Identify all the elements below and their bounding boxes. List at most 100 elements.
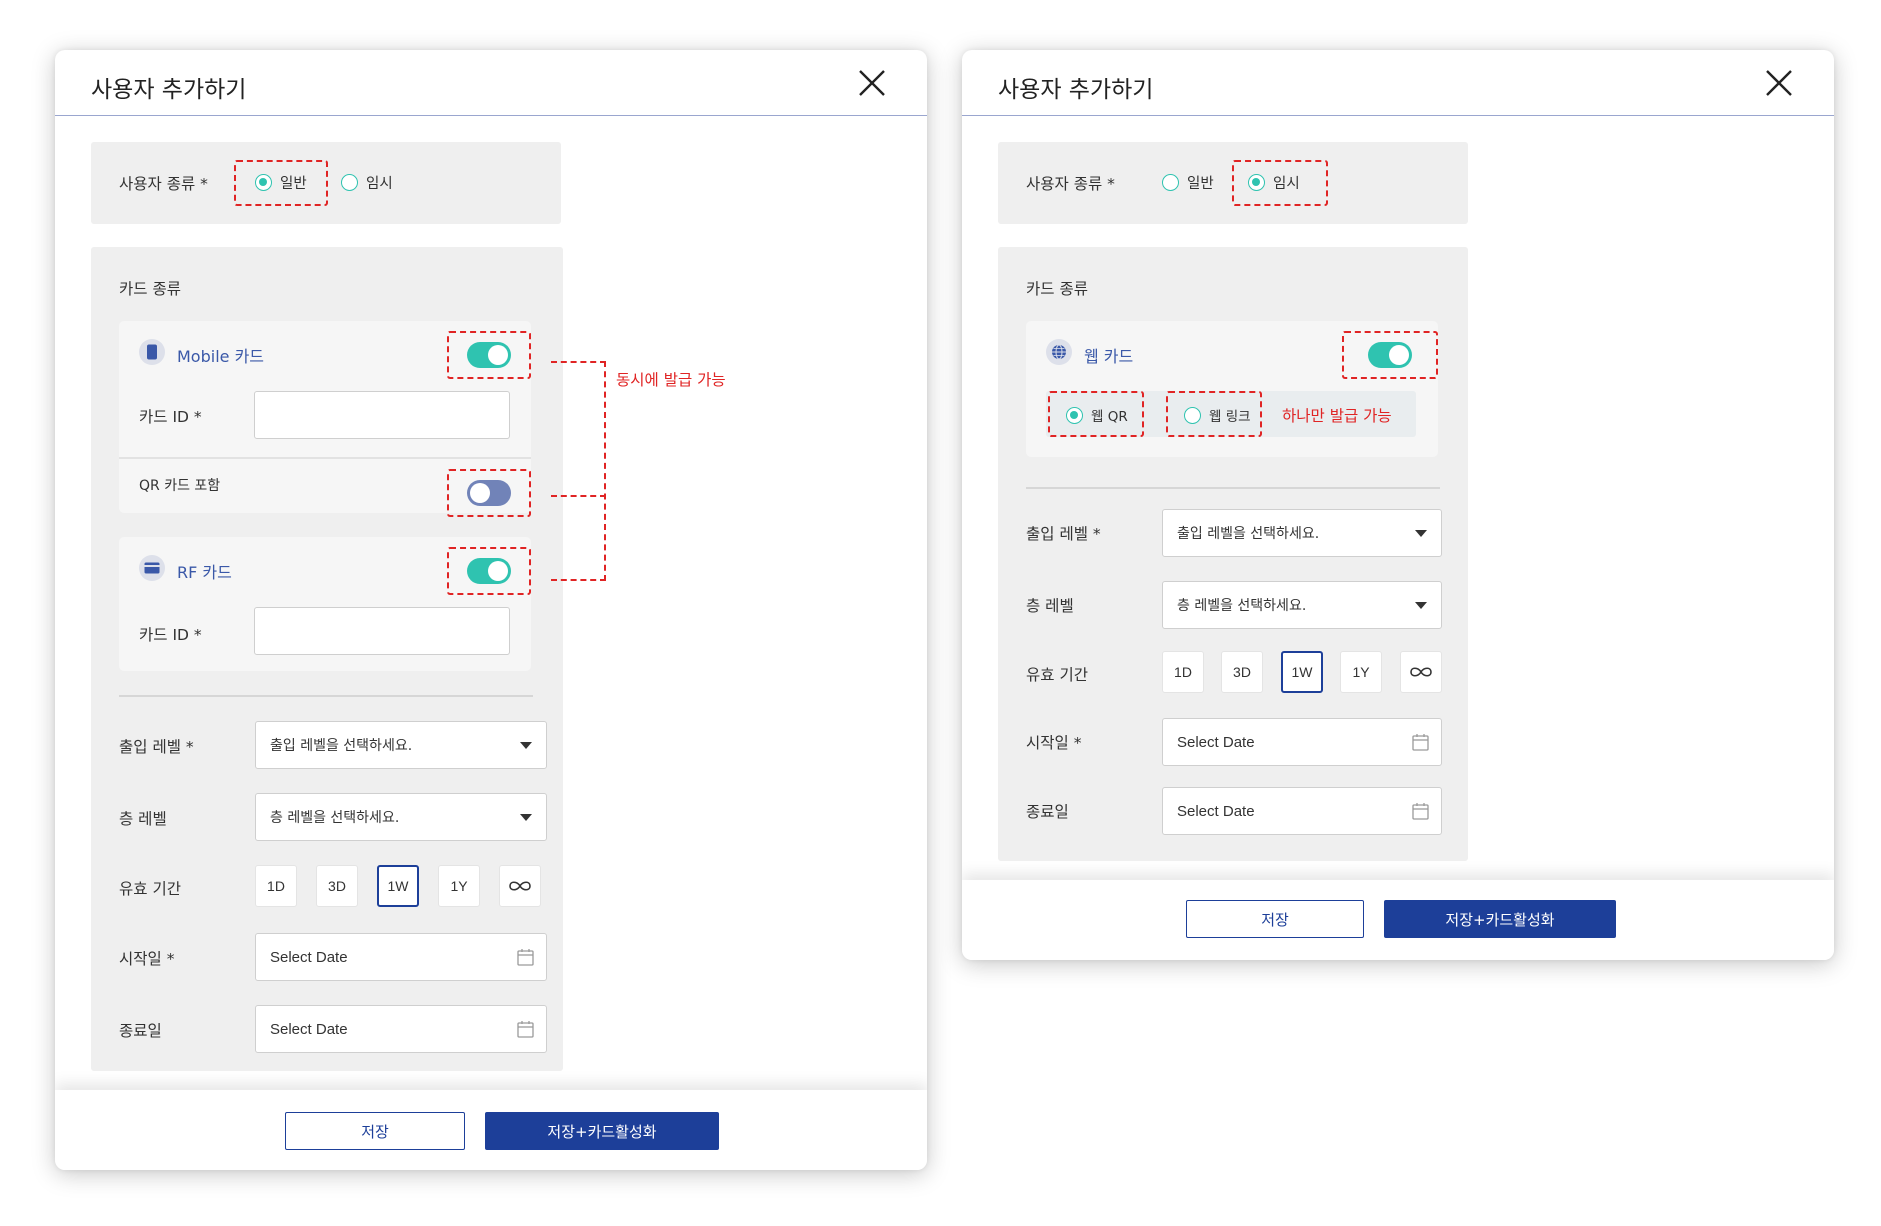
mobile-card-toggle[interactable] [467, 342, 511, 368]
mobile-card-name: Mobile 카드 [177, 347, 265, 366]
qr-include-toggle[interactable] [467, 480, 511, 506]
user-type-label: 사용자 종류 * [119, 175, 208, 193]
radio-web-qr[interactable]: 웹 QR [1066, 405, 1128, 425]
validity-1y-button[interactable]: 1Y [1340, 651, 1382, 693]
save-activate-button[interactable]: 저장+카드활성화 [1384, 900, 1616, 938]
caret-down-icon [520, 814, 532, 821]
radio-dot [1066, 406, 1083, 424]
radio-dot [1184, 406, 1201, 424]
validity-unlimited-button[interactable] [1400, 651, 1442, 693]
validity-label: 유효 기간 [119, 880, 181, 898]
web-card-box: 웹 카드 웹 QR 웹 링크 하나만 발급 가능 [1026, 321, 1438, 457]
annotation-single-only: 하나만 발급 가능 [1282, 407, 1392, 425]
close-icon[interactable] [1764, 68, 1794, 98]
rf-card-name: RF 카드 [177, 563, 232, 582]
qr-include-label: QR 카드 포함 [139, 478, 221, 494]
close-icon[interactable] [857, 68, 887, 98]
add-user-dialog-right: 사용자 추가하기 사용자 종류 * 일반 임시 카드 종류 웹 카드 웹 QR … [962, 50, 1834, 960]
floor-level-select[interactable]: 층 레벨을 선택하세요. [1162, 581, 1442, 629]
select-placeholder: 출입 레벨을 선택하세요. [1177, 526, 1320, 542]
access-level-label: 출입 레벨 * [119, 738, 194, 756]
date-placeholder: Select Date [1177, 802, 1255, 820]
dialog-footer: 저장 저장+카드활성화 [962, 880, 1834, 960]
radio-general[interactable]: 일반 [1162, 172, 1214, 193]
web-card-toggle[interactable] [1368, 342, 1412, 368]
start-date-label: 시작일 * [1026, 734, 1082, 752]
access-level-select[interactable]: 출입 레벨을 선택하세요. [255, 721, 547, 769]
infinity-icon [509, 881, 531, 891]
mobile-card-id-label: 카드 ID * [139, 408, 202, 426]
rf-card-toggle[interactable] [467, 558, 511, 584]
select-placeholder: 출입 레벨을 선택하세요. [270, 738, 413, 754]
validity-3d-button[interactable]: 3D [316, 865, 358, 907]
calendar-icon [517, 949, 534, 966]
access-level-select[interactable]: 출입 레벨을 선택하세요. [1162, 509, 1442, 557]
radio-dot [255, 174, 272, 191]
web-card-name: 웹 카드 [1084, 347, 1134, 366]
radio-temporary[interactable]: 임시 [1248, 172, 1300, 193]
toggle-knob [1389, 345, 1409, 365]
annotation-connector [551, 361, 606, 363]
save-button[interactable]: 저장 [285, 1112, 465, 1150]
globe-icon [1046, 339, 1072, 365]
dialog-header: 사용자 추가하기 [55, 50, 927, 116]
radio-temporary[interactable]: 임시 [341, 172, 393, 193]
card-type-label: 카드 종류 [119, 280, 181, 298]
end-date-picker[interactable]: Select Date [255, 1005, 547, 1053]
radio-label: 일반 [280, 176, 307, 192]
dialog-header: 사용자 추가하기 [962, 50, 1834, 116]
annotation-connector [551, 579, 606, 581]
card-type-label: 카드 종류 [1026, 280, 1088, 298]
access-level-label: 출입 레벨 * [1026, 525, 1101, 543]
annotation-simultaneous: 동시에 발급 가능 [616, 371, 726, 389]
annotation-connector [604, 361, 606, 581]
radio-general[interactable]: 일반 [255, 172, 307, 193]
select-placeholder: 층 레벨을 선택하세요. [270, 810, 400, 826]
radio-label: 일반 [1187, 176, 1214, 192]
date-placeholder: Select Date [270, 1020, 348, 1038]
end-date-picker[interactable]: Select Date [1162, 787, 1442, 835]
start-date-picker[interactable]: Select Date [255, 933, 547, 981]
caret-down-icon [1415, 602, 1427, 609]
validity-1d-button[interactable]: 1D [1162, 651, 1204, 693]
end-date-label: 종료일 [119, 1022, 162, 1040]
save-activate-button[interactable]: 저장+카드활성화 [485, 1112, 719, 1150]
radio-dot [1162, 174, 1179, 191]
rf-card-box: RF 카드 카드 ID * [119, 537, 531, 671]
validity-label: 유효 기간 [1026, 666, 1088, 684]
caret-down-icon [1415, 530, 1427, 537]
credit-card-icon [139, 555, 165, 581]
date-placeholder: Select Date [1177, 733, 1255, 751]
radio-dot [341, 174, 358, 191]
floor-level-select[interactable]: 층 레벨을 선택하세요. [255, 793, 547, 841]
radio-web-link[interactable]: 웹 링크 [1184, 405, 1251, 425]
validity-1d-button[interactable]: 1D [255, 865, 297, 907]
validity-1w-button[interactable]: 1W [1281, 651, 1323, 693]
validity-1y-button[interactable]: 1Y [438, 865, 480, 907]
dialog-title: 사용자 추가하기 [91, 77, 247, 103]
validity-3d-button[interactable]: 3D [1221, 651, 1263, 693]
start-date-picker[interactable]: Select Date [1162, 718, 1442, 766]
rf-card-id-input[interactable] [254, 607, 510, 655]
user-type-panel: 사용자 종류 * 일반 임시 [998, 142, 1468, 224]
validity-unlimited-button[interactable] [499, 865, 541, 907]
save-button[interactable]: 저장 [1186, 900, 1364, 938]
validity-1w-button[interactable]: 1W [377, 865, 419, 907]
user-type-label: 사용자 종류 * [1026, 175, 1115, 193]
card-form-panel: 카드 종류 웹 카드 웹 QR 웹 링크 하나만 발급 가능 출입 레벨 * 출… [998, 247, 1468, 861]
annotation-connector [551, 495, 606, 497]
add-user-dialog-left: 사용자 추가하기 사용자 종류 * 일반 임시 카드 종류 Mobile 카드 [55, 50, 927, 1170]
card-form-panel: 카드 종류 Mobile 카드 카드 ID * QR 카드 포함 RF 카드 카… [91, 247, 563, 1071]
calendar-icon [517, 1021, 534, 1038]
date-placeholder: Select Date [270, 948, 348, 966]
toggle-knob [470, 483, 490, 503]
radio-label: 웹 링크 [1209, 409, 1251, 425]
rf-card-id-label: 카드 ID * [139, 626, 202, 644]
mobile-card-id-input[interactable] [254, 391, 510, 439]
toggle-knob [488, 561, 508, 581]
radio-label: 웹 QR [1091, 409, 1128, 425]
divider [1026, 487, 1440, 489]
floor-level-label: 층 레벨 [119, 810, 167, 828]
divider [119, 457, 531, 459]
end-date-label: 종료일 [1026, 803, 1069, 821]
